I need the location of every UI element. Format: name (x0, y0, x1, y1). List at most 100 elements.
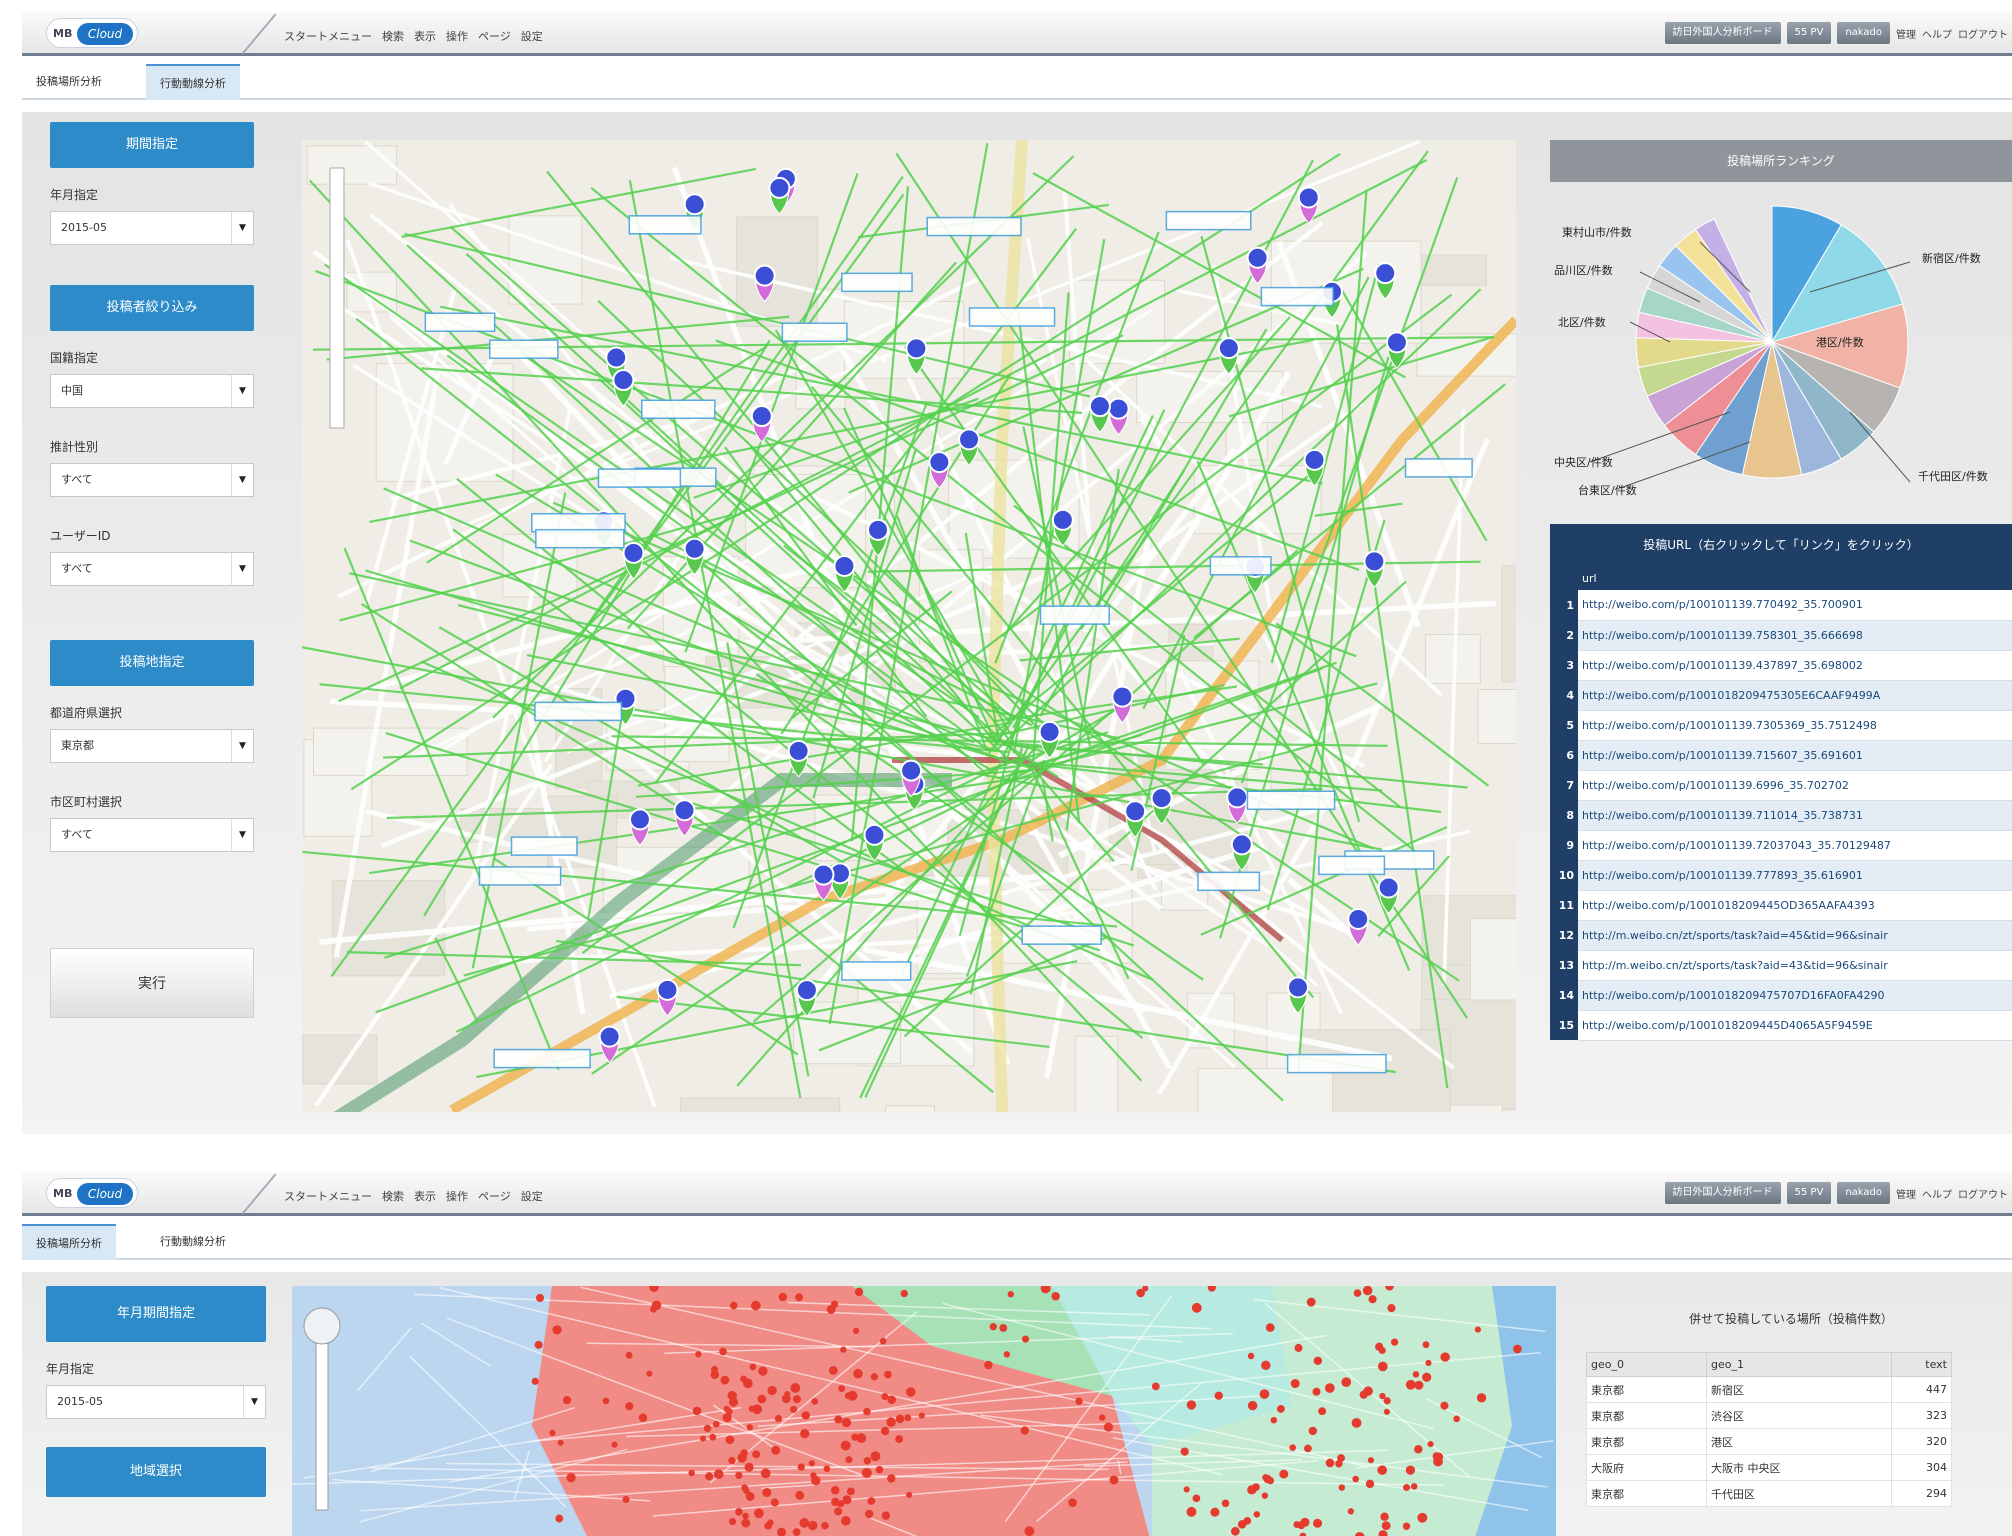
post-dot (884, 1370, 892, 1379)
menu-operate[interactable]: 操作 (446, 1188, 468, 1204)
url-link[interactable]: http://weibo.com/p/1001018209475305E6CAA… (1578, 680, 2012, 711)
table-row[interactable]: 東京都 千代田区 294 (1586, 1480, 1952, 1507)
logout-link[interactable]: ログアウト (1958, 1186, 2008, 1201)
table-row[interactable]: 東京都 港区 320 (1586, 1428, 1952, 1455)
month-select[interactable]: 2015-05 ▼ (50, 211, 254, 245)
dropdown-arrow-icon[interactable]: ▼ (243, 1386, 265, 1418)
board-button[interactable]: 訪日外国人分析ボード (1664, 22, 1781, 44)
menu-view[interactable]: 表示 (414, 28, 436, 44)
url-link[interactable]: http://weibo.com/p/100101139.711014_35.7… (1578, 800, 2012, 831)
url-link[interactable]: http://weibo.com/p/1001018209475707D16FA… (1578, 980, 2012, 1011)
map-block (1469, 918, 1516, 1001)
url-link[interactable]: http://m.weibo.cn/zt/sports/task?aid=45&… (1578, 920, 2012, 951)
country-select[interactable]: 中国 ▼ (50, 374, 254, 408)
post-location-map-canvas[interactable] (292, 1286, 1556, 1536)
gender-select[interactable]: すべて ▼ (50, 463, 254, 497)
post-location-map[interactable] (292, 1286, 1556, 1536)
post-dot (881, 1393, 889, 1400)
post-dot (1440, 1352, 1450, 1362)
prefecture-select[interactable]: 東京都 ▼ (50, 729, 254, 763)
tab-post-location[interactable]: 投稿場所分析 (22, 1224, 116, 1260)
url-link[interactable]: http://weibo.com/p/100101139.72037043_35… (1578, 830, 2012, 861)
month-value: 2015-05 (61, 221, 107, 234)
tab-movement[interactable]: 行動動線分析 (146, 1224, 240, 1260)
menu-settings[interactable]: 設定 (521, 28, 543, 44)
poster-filter-header: 投稿者絞り込み (50, 285, 254, 331)
mb-cloud-logo[interactable]: MB Cloud (46, 1178, 138, 1208)
post-dot (1312, 1387, 1321, 1396)
post-dot (906, 1491, 913, 1499)
dropdown-arrow-icon[interactable]: ▼ (231, 464, 253, 496)
post-dot (870, 1373, 878, 1381)
execute-button[interactable]: 実行 (50, 948, 254, 1018)
post-dot (1381, 1521, 1391, 1531)
pie-label-minato: 港区/件数 (1816, 336, 1864, 349)
menu-search[interactable]: 検索 (382, 28, 404, 44)
dropdown-arrow-icon[interactable]: ▼ (231, 375, 253, 407)
admin-link[interactable]: 管理 (1896, 26, 1916, 41)
post-dot (744, 1462, 754, 1472)
url-table-row: 1 http://weibo.com/p/100101139.770492_35.… (1550, 590, 2012, 621)
menu-view[interactable]: 表示 (414, 1188, 436, 1204)
city-select[interactable]: すべて ▼ (50, 818, 254, 852)
board-button[interactable]: 訪日外国人分析ボード (1664, 1182, 1781, 1204)
post-dot (792, 1528, 801, 1536)
url-link[interactable]: http://m.weibo.cn/zt/sports/task?aid=43&… (1578, 950, 2012, 981)
logout-link[interactable]: ログアウト (1958, 26, 2008, 41)
url-link[interactable]: http://weibo.com/p/100101139.758301_35.6… (1578, 620, 2012, 651)
post-dot (841, 1516, 851, 1526)
menu-operate[interactable]: 操作 (446, 28, 468, 44)
help-link[interactable]: ヘルプ (1922, 26, 1952, 41)
map-block (306, 145, 398, 185)
month-select[interactable]: 2015-05 ▼ (46, 1385, 266, 1419)
dropdown-arrow-icon[interactable]: ▼ (231, 212, 253, 244)
post-dot (713, 1469, 724, 1479)
table-row[interactable]: 大阪府 大阪市 中央区 304 (1586, 1454, 1952, 1481)
post-dot (638, 1413, 648, 1422)
row-number: 13 (1550, 950, 1578, 980)
admin-link[interactable]: 管理 (1896, 1186, 1916, 1201)
table-row[interactable]: 東京都 渋谷区 323 (1586, 1402, 1952, 1429)
url-link[interactable]: http://weibo.com/p/100101139.715607_35.6… (1578, 740, 2012, 771)
post-dot (895, 1414, 905, 1424)
movement-map-canvas[interactable] (302, 140, 1516, 1112)
logo-mb-text: MB (53, 1187, 73, 1200)
main-menu: スタートメニュー 検索 表示 操作 ページ 設定 (284, 1188, 543, 1204)
menu-start[interactable]: スタートメニュー (284, 1188, 372, 1204)
user-id-select[interactable]: すべて ▼ (50, 552, 254, 586)
url-link[interactable]: http://weibo.com/p/1001018209445D4065A5F… (1578, 1010, 2012, 1041)
url-link[interactable]: http://weibo.com/p/100101139.6996_35.702… (1578, 770, 2012, 801)
dropdown-arrow-icon[interactable]: ▼ (231, 730, 253, 762)
post-dot (622, 1495, 630, 1504)
url-link[interactable]: http://weibo.com/p/100101139.777893_35.6… (1578, 860, 2012, 891)
post-dot (753, 1508, 764, 1519)
tab-post-location[interactable]: 投稿場所分析 (22, 64, 116, 100)
table-row[interactable]: 東京都 新宿区 447 (1586, 1376, 1952, 1403)
tab-movement[interactable]: 行動動線分析 (146, 64, 240, 100)
post-dot (728, 1517, 737, 1526)
header-tools: 訪日外国人分析ボード 55 PV nakado 管理 ヘルプ ログアウト (1664, 22, 2008, 44)
menu-search[interactable]: 検索 (382, 1188, 404, 1204)
url-link[interactable]: http://weibo.com/p/100101139.7305369_35.… (1578, 710, 2012, 741)
dropdown-arrow-icon[interactable]: ▼ (231, 819, 253, 851)
help-link[interactable]: ヘルプ (1922, 1186, 1952, 1201)
user-button[interactable]: nakado (1837, 1182, 1890, 1204)
post-dot (1247, 1352, 1255, 1360)
menu-settings[interactable]: 設定 (521, 1188, 543, 1204)
pin-head (905, 337, 928, 360)
url-link[interactable]: http://weibo.com/p/100101139.437897_35.6… (1578, 650, 2012, 681)
menu-page[interactable]: ページ (478, 28, 511, 44)
post-dot (792, 1395, 801, 1404)
user-button[interactable]: nakado (1837, 22, 1890, 44)
movement-map[interactable] (302, 140, 1516, 1112)
post-dot (735, 1508, 743, 1516)
menu-page[interactable]: ページ (478, 1188, 511, 1204)
dropdown-arrow-icon[interactable]: ▼ (231, 553, 253, 585)
pin-head (1377, 876, 1400, 899)
url-link[interactable]: http://weibo.com/p/1001018209445OD365AAF… (1578, 890, 2012, 921)
menu-start[interactable]: スタートメニュー (284, 28, 372, 44)
post-dot (729, 1301, 738, 1310)
post-dot (1402, 1522, 1411, 1530)
url-link[interactable]: http://weibo.com/p/100101139.770492_35.7… (1578, 590, 2012, 621)
mb-cloud-logo[interactable]: MB Cloud (46, 18, 138, 48)
